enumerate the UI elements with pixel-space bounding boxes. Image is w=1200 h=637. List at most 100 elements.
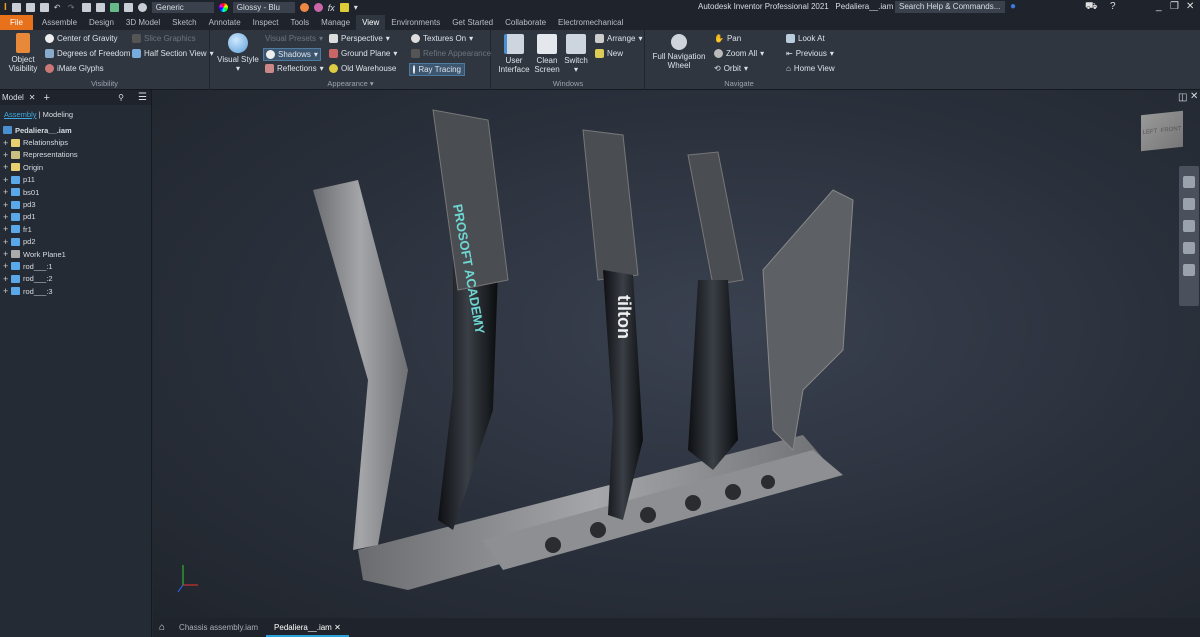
imate-glyphs-button[interactable]: iMate Glyphs [45,64,104,73]
redo-icon[interactable]: ↷ [68,3,77,12]
minimize-button[interactable]: _ [1156,1,1162,12]
tab-view[interactable]: View [356,15,386,30]
save-icon[interactable] [39,3,49,12]
tab-3d-model[interactable]: 3D Model [120,15,166,30]
user-interface-button[interactable]: User Interface [496,34,532,74]
look-at-icon[interactable] [1183,264,1195,276]
tab-tools[interactable]: Tools [284,15,315,30]
tab-assemble[interactable]: Assemble [36,15,83,30]
appearance-select[interactable]: Glossy - Blu [232,2,295,13]
clean-screen-button[interactable]: Clean Screen [532,34,562,74]
expand-icon[interactable]: + [3,138,11,148]
shadows-button[interactable]: Shadows ▾ [263,48,321,61]
viewcube[interactable]: LEFT FRONT [1141,110,1183,152]
material-select[interactable]: Generic [151,2,214,13]
tab-sketch[interactable]: Sketch [166,15,202,30]
close-icon[interactable]: ✕ [334,623,341,632]
undo-icon[interactable]: ↶ [54,3,63,12]
expand-icon[interactable]: + [3,237,11,247]
fx-icon[interactable]: fx [328,3,335,13]
visual-presets-button[interactable]: Visual Presets ▾ [265,34,323,43]
reflections-button[interactable]: Reflections ▾ [265,64,324,73]
cart-icon[interactable]: ⛟ [1085,1,1098,14]
doc-tab-chassis[interactable]: Chassis assembly.iam [171,618,266,637]
expand-icon[interactable]: + [3,200,11,210]
tab-file[interactable]: File [0,15,33,30]
tab-modeling[interactable]: Modeling [43,110,73,119]
menu-icon[interactable]: ☰ [138,92,147,103]
expand-icon[interactable]: + [3,224,11,234]
adjust-icon[interactable] [299,3,309,12]
restore-button[interactable]: ❐ [1170,1,1179,12]
zoom-all-button[interactable]: Zoom All ▾ [714,49,764,58]
tree-item[interactable]: + bs01 [0,186,151,198]
ground-plane-button[interactable]: Ground Plane ▾ [329,49,397,58]
zoom-icon[interactable] [1183,220,1195,232]
close-view-icon[interactable]: ✕ [1190,91,1198,102]
update-icon[interactable] [109,3,119,12]
object-visibility-button[interactable]: Object Visibility [6,33,40,73]
tree-root[interactable]: Pedaliera__.iam [0,124,151,136]
center-of-gravity-button[interactable]: Center of Gravity [45,34,117,43]
close-icon[interactable]: ✕ [29,93,36,102]
new-window-button[interactable]: New [595,49,623,58]
close-button[interactable]: ✕ [1186,1,1194,12]
expand-icon[interactable]: + [3,162,11,172]
tree-item[interactable]: + rod___:1 [0,260,151,272]
look-at-button[interactable]: Look At [786,34,825,43]
doc-tab-pedaliera[interactable]: Pedaliera__.iam ✕ [266,618,349,637]
tab-manage[interactable]: Manage [315,15,356,30]
tree-item[interactable]: + Origin [0,161,151,173]
half-section-view-button[interactable]: Half Section View ▾ [132,49,214,58]
steering-wheel-icon[interactable] [1183,176,1195,188]
add-icon[interactable]: + [44,92,50,104]
tree-item[interactable]: + Relationships [0,136,151,148]
switch-button[interactable]: Switch ▾ [562,34,590,74]
tree-item[interactable]: + pd1 [0,211,151,223]
expand-icon[interactable]: + [3,249,11,259]
pan-icon[interactable] [1183,198,1195,210]
tree-item[interactable]: + fr1 [0,223,151,235]
browser-tab-model[interactable]: Model [2,93,24,102]
search-help-input[interactable]: Search Help & Commands... [895,1,1005,13]
select-icon[interactable] [95,3,105,12]
tab-get-started[interactable]: Get Started [446,15,499,30]
slice-graphics-button[interactable]: Slice Graphics [132,34,196,43]
tree-item[interactable]: + pd3 [0,198,151,210]
tab-design[interactable]: Design [83,15,120,30]
home-view-button[interactable]: ⌂ Home View [786,64,835,73]
visual-style-button[interactable]: Visual Style ▾ [216,33,260,73]
new-icon[interactable] [11,3,21,12]
tab-inspect[interactable]: Inspect [247,15,285,30]
textures-on-button[interactable]: Textures On ▾ [411,34,473,43]
tab-environments[interactable]: Environments [385,15,446,30]
tree-item[interactable]: + p11 [0,174,151,186]
previous-view-button[interactable]: ⇤ Previous ▾ [786,49,834,58]
viewcube-left[interactable]: LEFT [1143,128,1158,136]
tab-electromechanical[interactable]: Electromechanical [552,15,629,30]
perspective-button[interactable]: Perspective ▾ [329,34,390,43]
tab-collaborate[interactable]: Collaborate [499,15,552,30]
clear-icon[interactable] [313,3,323,12]
expand-icon[interactable]: + [3,175,11,185]
split-view-icon[interactable]: ◫ [1178,92,1187,103]
expand-icon[interactable]: + [3,212,11,222]
adaptive-icon[interactable] [123,3,133,12]
open-icon[interactable] [25,3,35,12]
arrange-button[interactable]: Arrange ▾ [595,34,642,43]
graphics-viewport[interactable]: PROSOFT ACADEMY tilton ◫ ✕ LEFT FRONT [153,90,1200,618]
full-navigation-wheel-button[interactable]: Full Navigation Wheel [652,34,706,70]
tab-annotate[interactable]: Annotate [203,15,247,30]
home-icon[interactable]: ⌂ [153,622,171,633]
tree-item[interactable]: + rod___:3 [0,285,151,297]
ipart-icon[interactable] [339,3,349,12]
tree-item[interactable]: + Work Plane1 [0,248,151,260]
user-icon[interactable]: ● [1010,1,1016,12]
expand-icon[interactable]: + [3,274,11,284]
tree-item[interactable]: + rod___:2 [0,273,151,285]
expand-icon[interactable]: + [3,286,11,296]
expand-icon[interactable]: + [3,150,11,160]
customize-icon[interactable]: ▾ [354,3,358,12]
help-icon[interactable]: ? [1110,1,1116,12]
search-icon[interactable]: ⚲ [118,93,124,102]
